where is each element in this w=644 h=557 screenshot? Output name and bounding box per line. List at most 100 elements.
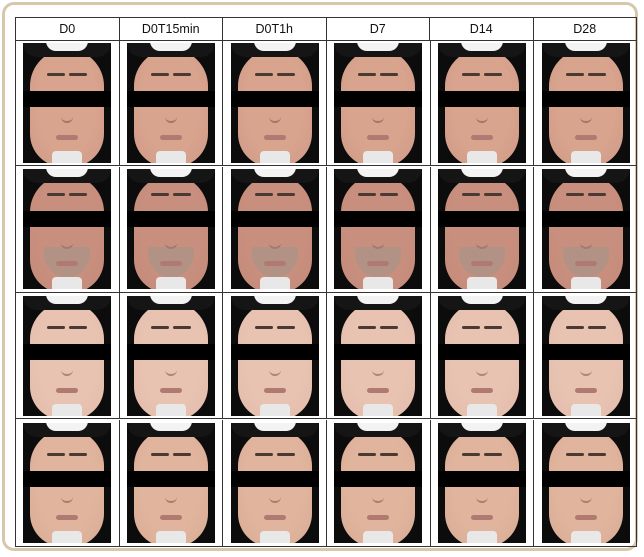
headband xyxy=(460,169,503,177)
photo-cell-d14 xyxy=(431,40,535,165)
headband xyxy=(253,169,296,177)
mouth xyxy=(159,134,182,140)
left-eyebrow xyxy=(358,193,377,196)
photo-cell-d0t1h xyxy=(223,419,327,546)
eye-censor-bar xyxy=(126,470,215,487)
collar xyxy=(363,530,394,543)
headband xyxy=(357,295,400,304)
photo-cell-d0 xyxy=(16,166,120,292)
collar xyxy=(571,403,602,416)
face-photo xyxy=(230,169,319,289)
headband xyxy=(565,422,608,431)
headband xyxy=(253,295,296,304)
face-photo xyxy=(437,295,526,416)
eye-censor-bar xyxy=(230,343,319,360)
headband xyxy=(46,422,89,431)
eye-censor-bar xyxy=(230,90,319,107)
collar xyxy=(363,277,394,289)
left-eyebrow xyxy=(566,325,585,329)
headband xyxy=(357,42,400,51)
collar xyxy=(52,150,83,163)
left-eyebrow xyxy=(461,193,480,196)
left-eyebrow xyxy=(461,72,480,76)
left-eyebrow xyxy=(47,193,66,196)
photo-row-subject-2 xyxy=(16,166,636,293)
photo-cell-d0t1h xyxy=(223,166,327,292)
right-eyebrow xyxy=(276,452,295,456)
photo-cell-d0t15min xyxy=(120,166,224,292)
headband xyxy=(46,42,89,51)
column-header-d0t15min: D0T15min xyxy=(120,18,223,40)
mouth xyxy=(367,261,390,266)
face-photo xyxy=(437,169,526,289)
mouth xyxy=(159,261,182,266)
eye-censor-bar xyxy=(437,470,526,487)
eye-censor-bar xyxy=(23,470,112,487)
mouth xyxy=(56,134,79,140)
collar xyxy=(155,403,186,416)
eye-censor-bar xyxy=(542,470,631,487)
left-eyebrow xyxy=(254,193,273,196)
eye-censor-bar xyxy=(437,211,526,227)
right-eyebrow xyxy=(276,72,295,76)
eye-censor-bar xyxy=(437,343,526,360)
collar xyxy=(363,403,394,416)
left-eyebrow xyxy=(254,325,273,329)
mouth xyxy=(263,514,286,520)
collar xyxy=(571,530,602,543)
collar xyxy=(571,150,602,163)
right-eyebrow xyxy=(483,325,502,329)
face-photo xyxy=(126,169,215,289)
headband xyxy=(460,42,503,51)
face-photo xyxy=(542,169,631,289)
photo-cell-d7 xyxy=(327,293,431,418)
left-eyebrow xyxy=(47,325,66,329)
right-eyebrow xyxy=(172,193,191,196)
eye-censor-bar xyxy=(542,211,631,227)
photo-cell-d28 xyxy=(534,40,638,165)
collar xyxy=(52,403,83,416)
left-eyebrow xyxy=(47,72,66,76)
eye-censor-bar xyxy=(126,211,215,227)
mouth xyxy=(56,261,79,266)
mouth xyxy=(367,387,390,393)
mouth xyxy=(263,134,286,140)
left-eyebrow xyxy=(150,325,169,329)
left-eyebrow xyxy=(566,452,585,456)
photo-cell-d7 xyxy=(327,166,431,292)
collar xyxy=(466,530,497,543)
left-eyebrow xyxy=(254,452,273,456)
right-eyebrow xyxy=(483,452,502,456)
photo-cell-d0 xyxy=(16,293,120,418)
face-photo xyxy=(23,42,112,163)
mouth xyxy=(159,387,182,393)
right-eyebrow xyxy=(69,193,88,196)
photo-cell-d7 xyxy=(327,40,431,165)
headband xyxy=(565,295,608,304)
collar xyxy=(259,403,290,416)
right-eyebrow xyxy=(380,452,399,456)
face-photo xyxy=(126,295,215,416)
photo-cell-d0t15min xyxy=(120,293,224,418)
face-photo xyxy=(334,42,423,163)
face-photo xyxy=(23,422,112,543)
collar xyxy=(155,150,186,163)
photo-row-subject-3 xyxy=(16,293,636,419)
face-photo xyxy=(230,295,319,416)
left-eyebrow xyxy=(254,72,273,76)
headband xyxy=(149,169,192,177)
headband xyxy=(565,42,608,51)
collar xyxy=(155,277,186,289)
left-eyebrow xyxy=(461,325,480,329)
right-eyebrow xyxy=(588,325,607,329)
eye-censor-bar xyxy=(126,90,215,107)
eye-censor-bar xyxy=(437,90,526,107)
right-eyebrow xyxy=(380,72,399,76)
face-photo xyxy=(230,42,319,163)
right-eyebrow xyxy=(172,325,191,329)
face-photo xyxy=(23,169,112,289)
headband xyxy=(46,295,89,304)
right-eyebrow xyxy=(588,72,607,76)
eye-censor-bar xyxy=(542,343,631,360)
right-eyebrow xyxy=(276,325,295,329)
